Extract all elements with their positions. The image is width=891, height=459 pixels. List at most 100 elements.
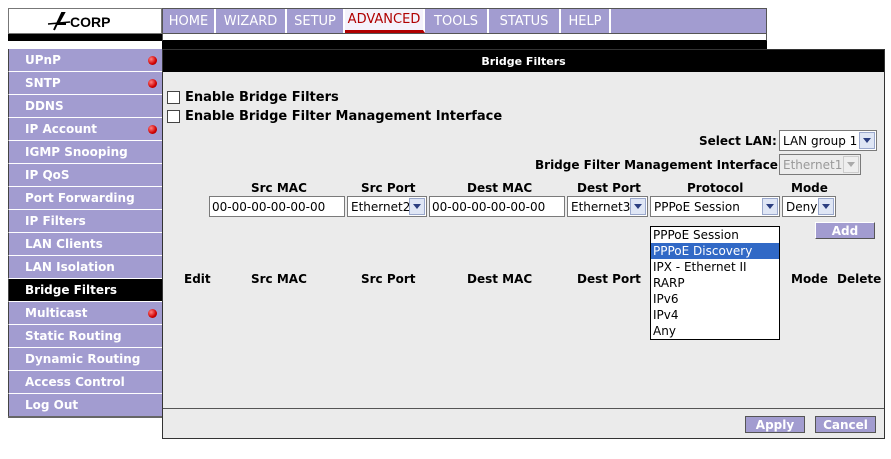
src-mac-input[interactable]: 00-00-00-00-00-00 [209, 196, 345, 217]
chevron-down-icon[interactable] [630, 198, 646, 215]
tab-home[interactable]: HOME [163, 9, 216, 33]
sidebar-item-label: SNTP [25, 76, 61, 90]
nav-filler [611, 9, 766, 33]
nav-strip [162, 34, 767, 41]
apply-button[interactable]: Apply [745, 416, 805, 433]
mgmt-interface-dropdown: Ethernet1 [779, 154, 861, 175]
sidebar-item-label: LAN Isolation [25, 260, 115, 274]
sidebar-item-label: Dynamic Routing [25, 352, 141, 366]
sidebar-item-igmp-snooping[interactable]: IGMP Snooping [8, 141, 162, 164]
sidebar-item-label: Bridge Filters [25, 283, 118, 297]
src-port-select[interactable]: Ethernet2 [347, 196, 427, 217]
sidebar-item-label: DDNS [25, 99, 64, 113]
protocol-option[interactable]: IPX - Ethernet II [651, 259, 779, 275]
sidebar-item-ip-qos[interactable]: IP QoS [8, 164, 162, 187]
sidebar-item-upnp[interactable]: UPnP [8, 49, 162, 72]
top-nav: HOME WIZARD SETUP ADVANCED TOOLS STATUS HELP [162, 8, 767, 34]
sidebar-item-multicast[interactable]: Multicast [8, 302, 162, 325]
sidebar-item-label: IGMP Snooping [25, 145, 128, 159]
tab-wizard[interactable]: WIZARD [216, 9, 287, 33]
sidebar-item-label: Log Out [25, 398, 79, 412]
dest-port-value: Ethernet3 [571, 199, 631, 214]
sidebar-item-ddns[interactable]: DDNS [8, 95, 162, 118]
cancel-button[interactable]: Cancel [815, 416, 876, 433]
sidebar-item-lan-clients[interactable]: LAN Clients [8, 233, 162, 256]
src-mac-value: 00-00-00-00-00-00 [212, 199, 326, 214]
select-lan-dropdown[interactable]: LAN group 1 [779, 130, 877, 151]
sidebar-item-dynamic-routing[interactable]: Dynamic Routing [8, 348, 162, 371]
sidebar-item-ip-filters[interactable]: IP Filters [8, 210, 162, 233]
protocol-value: PPPoE Session [654, 199, 740, 214]
protocol-select[interactable]: PPPoE Session [650, 196, 780, 217]
sidebar-item-label: Static Routing [25, 329, 122, 343]
form-header-dest-port: Dest Port [577, 181, 641, 195]
enable-bridge-filters-row[interactable]: Enable Bridge Filters [167, 90, 339, 105]
chevron-down-icon [843, 156, 859, 173]
tab-help[interactable]: HELP [561, 9, 611, 33]
enable-mgmt-interface-checkbox[interactable] [167, 110, 180, 123]
protocol-option[interactable]: PPPoE Discovery [651, 243, 779, 259]
sidebar-item-port-forwarding[interactable]: Port Forwarding [8, 187, 162, 210]
nav-cap [162, 41, 767, 49]
sidebar: UPnP SNTP DDNS IP Account IGMP Snooping IP Qo… [8, 49, 162, 417]
form-header-src-mac: Src MAC [251, 181, 307, 195]
protocol-dropdown-list: PPPoE Session PPPoE Discovery IPX - Ethern… [650, 226, 780, 340]
table-header-dest-mac: Dest MAC [467, 272, 533, 286]
status-dot-icon [148, 55, 157, 65]
sidebar-item-label: Port Forwarding [25, 191, 135, 205]
chevron-down-icon[interactable] [859, 132, 875, 149]
form-header-protocol: Protocol [687, 181, 744, 195]
enable-mgmt-interface-label: Enable Bridge Filter Management Interfac… [185, 109, 503, 124]
tab-advanced[interactable]: ADVANCED [345, 9, 425, 33]
protocol-option[interactable]: IPv4 [651, 307, 779, 323]
sidebar-bottom-rule [8, 416, 162, 418]
table-header-src-mac: Src MAC [251, 272, 307, 286]
tab-tools[interactable]: TOOLS [425, 9, 489, 33]
sidebar-item-bridge-filters[interactable]: Bridge Filters [8, 279, 162, 302]
sidebar-item-label: Access Control [25, 375, 125, 389]
enable-mgmt-interface-row[interactable]: Enable Bridge Filter Management Interfac… [167, 109, 502, 124]
status-dot-icon [148, 78, 157, 88]
protocol-option[interactable]: PPPoE Session [651, 227, 779, 243]
sidebar-item-static-routing[interactable]: Static Routing [8, 325, 162, 348]
sidebar-item-access-control[interactable]: Access Control [8, 371, 162, 394]
dest-mac-input[interactable]: 00-00-00-00-00-00 [429, 196, 565, 217]
footer-rule [163, 408, 884, 409]
protocol-option[interactable]: Any [651, 323, 779, 339]
sidebar-item-label: Multicast [25, 306, 88, 320]
status-dot-icon [148, 124, 157, 134]
header-rule [8, 34, 162, 41]
chevron-down-icon[interactable] [762, 198, 778, 215]
dest-mac-value: 00-00-00-00-00-00 [432, 199, 546, 214]
chevron-down-icon[interactable] [818, 198, 834, 215]
sidebar-item-label: IP Filters [25, 214, 86, 228]
enable-bridge-filters-label: Enable Bridge Filters [185, 90, 339, 105]
table-header-edit: Edit [184, 272, 211, 286]
page-title: Bridge Filters [163, 50, 884, 72]
chevron-down-icon[interactable] [409, 198, 425, 215]
sidebar-item-label: IP QoS [25, 168, 70, 182]
tab-setup[interactable]: SETUP [287, 9, 345, 33]
sidebar-item-label: IP Account [25, 122, 98, 136]
enable-bridge-filters-checkbox[interactable] [167, 91, 180, 104]
sidebar-item-sntp[interactable]: SNTP [8, 72, 162, 95]
acorp-logo-icon: CORP [47, 12, 110, 31]
sidebar-item-log-out[interactable]: Log Out [8, 394, 162, 417]
mode-select[interactable]: Deny [782, 196, 836, 217]
dest-port-select[interactable]: Ethernet3 [567, 196, 648, 217]
add-button[interactable]: Add [815, 222, 875, 239]
protocol-option[interactable]: RARP [651, 275, 779, 291]
mgmt-interface-value: Ethernet1 [783, 157, 843, 172]
sidebar-item-ip-account[interactable]: IP Account [8, 118, 162, 141]
brand-logo: CORP [8, 8, 162, 34]
sidebar-item-lan-isolation[interactable]: LAN Isolation [8, 256, 162, 279]
form-header-mode: Mode [791, 181, 828, 195]
protocol-option[interactable]: IPv6 [651, 291, 779, 307]
table-header-dest-port: Dest Port [577, 272, 641, 286]
table-header-mode: Mode [791, 272, 828, 286]
table-header-src-port: Src Port [361, 272, 416, 286]
select-lan-value: LAN group 1 [783, 133, 858, 148]
table-header-delete: Delete [837, 272, 882, 286]
tab-status[interactable]: STATUS [489, 9, 561, 33]
sidebar-item-label: UPnP [25, 53, 61, 67]
